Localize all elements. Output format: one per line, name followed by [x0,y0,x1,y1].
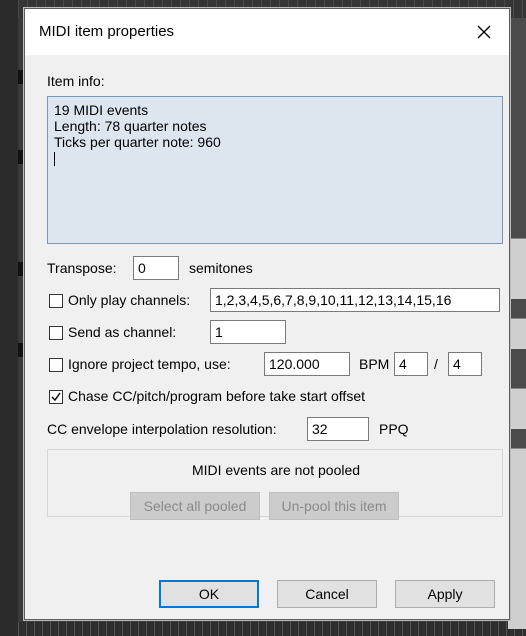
only-play-channels-label: Only play channels: [68,292,191,308]
unpool-item-button[interactable]: Un-pool this item [269,492,399,520]
select-all-pooled-button[interactable]: Select all pooled [130,492,260,520]
pooling-status: MIDI events are not pooled [191,462,361,478]
time-signature-separator: / [434,356,438,372]
daw-background-right [508,18,526,629]
only-play-channels-checkbox[interactable] [49,294,63,308]
ok-button[interactable]: OK [159,580,259,608]
apply-button[interactable]: Apply [395,580,495,608]
time-signature-denominator-input[interactable]: 4 [448,352,482,376]
daw-background-left [0,0,18,636]
cc-interpolation-label: CC envelope interpolation resolution: [47,421,277,437]
midi-item-properties-dialog: MIDI item properties Item info: 19 MIDI … [24,8,510,620]
title-bar: MIDI item properties [25,9,509,55]
chase-cc-label: Chase CC/pitch/program before take start… [68,388,365,404]
item-info-label: Item info: [47,73,105,89]
cancel-button[interactable]: Cancel [277,580,377,608]
bpm-label: BPM [359,356,390,372]
dialog-title: MIDI item properties [39,23,175,40]
transpose-input[interactable]: 0 [133,256,179,280]
close-button[interactable] [469,17,499,47]
ignore-project-tempo-label: Ignore project tempo, use: [68,356,231,372]
only-play-channels-input[interactable]: 1,2,3,4,5,6,7,8,9,10,11,12,13,14,15,16 [210,288,500,312]
transpose-unit-label: semitones [189,260,253,276]
tempo-bpm-input[interactable]: 120.000 [264,352,350,376]
ppq-label: PPQ [379,421,409,437]
send-as-channel-label: Send as channel: [68,324,177,340]
transpose-label: Transpose: [47,260,117,276]
send-as-channel-input[interactable]: 1 [210,320,286,344]
cc-interpolation-input[interactable]: 32 [307,417,369,441]
text-caret [54,152,55,166]
item-info-text: 19 MIDI events Length: 78 quarter notes … [54,102,221,150]
ignore-project-tempo-checkbox[interactable] [49,358,63,372]
checkmark-icon [51,392,61,402]
time-signature-numerator-input[interactable]: 4 [394,352,428,376]
daw-bottom-ruler [18,622,526,636]
close-icon [477,25,491,39]
send-as-channel-checkbox[interactable] [49,326,63,340]
pooling-group: MIDI events are not pooled Select all po… [47,449,503,520]
item-info-textbox[interactable]: 19 MIDI events Length: 78 quarter notes … [47,96,503,244]
chase-cc-checkbox[interactable] [49,390,63,404]
